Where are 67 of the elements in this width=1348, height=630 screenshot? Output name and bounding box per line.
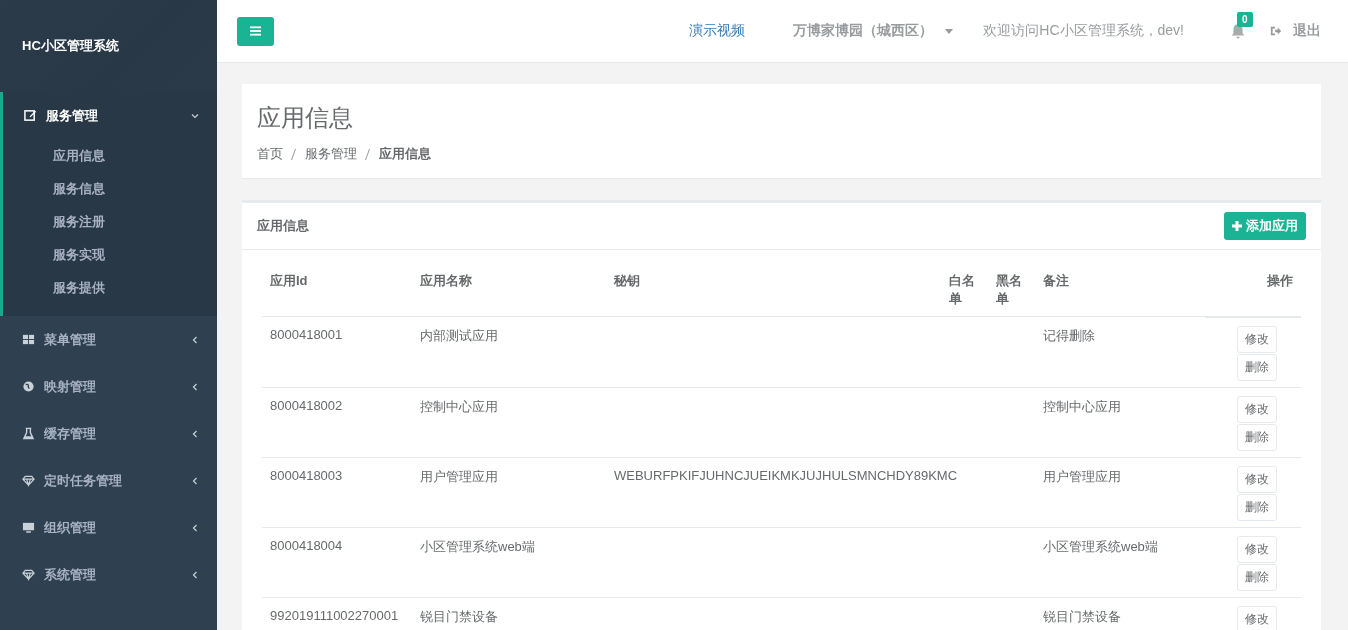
submenu-item[interactable]: 应用信息 — [3, 139, 217, 172]
table-cell: 锐目门禁设备 — [1043, 608, 1121, 624]
table-cell: 8000418001 — [270, 327, 343, 342]
table-cell: 8000418003 — [270, 467, 343, 483]
grid-icon — [22, 333, 35, 346]
menu-item[interactable]: 系统管理 — [0, 551, 217, 598]
delete-button[interactable]: 删除 — [1237, 494, 1277, 521]
table-cell: 992019111002270001 — [270, 607, 399, 623]
column-header: 操作 — [1267, 273, 1293, 288]
demo-video-link[interactable]: 演示视频 — [689, 22, 746, 40]
menu-item[interactable]: 组织管理 — [0, 504, 217, 551]
table-cell: 小区管理系统web端 — [1043, 538, 1158, 554]
logout-button[interactable]: 退出 — [1270, 22, 1321, 40]
submenu-item[interactable]: 服务信息 — [3, 172, 217, 205]
table-cell: 8000418002 — [270, 397, 343, 413]
delete-button[interactable]: 删除 — [1237, 354, 1277, 381]
table-cell: 记得删除 — [1043, 328, 1095, 343]
column-header: 应用Id — [270, 273, 308, 288]
table-cell: WEBURFPKIFJUHNCJUEIKMKJUJHULSMNCHDY89KMC — [614, 467, 958, 483]
edit-button[interactable]: 修改 — [1237, 466, 1277, 493]
breadcrumb-current: 应用信息 — [379, 145, 431, 163]
column-header: 备注 — [1043, 273, 1069, 288]
delete-button[interactable]: 删除 — [1237, 564, 1277, 591]
column-header: 秘钥 — [614, 273, 640, 288]
menu-item[interactable]: 缓存管理 — [0, 410, 217, 457]
edit-icon — [24, 109, 37, 122]
table-cell: 小区管理系统web端 — [420, 538, 535, 554]
menu-item[interactable]: 映射管理 — [0, 363, 217, 410]
breadcrumb-link[interactable]: 服务管理 — [305, 145, 357, 163]
plus-icon — [1232, 221, 1242, 231]
submenu-item[interactable]: 服务提供 — [3, 271, 217, 304]
column-header: 应用名称 — [420, 273, 472, 288]
table-cell: 控制中心应用 — [420, 398, 498, 414]
page-title: 应用信息 — [257, 103, 354, 133]
table-cell: 用户管理应用 — [420, 468, 498, 484]
sign-out-icon — [1270, 25, 1282, 37]
menu-item[interactable]: 菜单管理 — [0, 316, 217, 363]
menu-toggle-button[interactable] — [237, 16, 274, 46]
table-cell: 控制中心应用 — [1043, 398, 1121, 414]
welcome-text: 欢迎访问HC小区管理系统，dev! — [983, 22, 1184, 40]
edit-button[interactable]: 修改 — [1237, 536, 1277, 563]
edit-button[interactable]: 修改 — [1237, 606, 1277, 630]
table-cell: 内部测试应用 — [420, 328, 498, 343]
diamond-icon — [22, 568, 35, 581]
submenu-item[interactable]: 服务实现 — [3, 238, 217, 271]
diamond-icon — [22, 474, 35, 487]
table-cell: 8000418004 — [270, 537, 343, 553]
delete-button[interactable]: 删除 — [1237, 424, 1277, 451]
menu-icon — [250, 26, 261, 36]
menu-item[interactable]: 定时任务管理 — [0, 457, 217, 504]
panel-title: 应用信息 — [257, 217, 309, 235]
monitor-icon — [22, 521, 35, 534]
flask-icon — [22, 427, 35, 440]
column-header: 黑名单 — [996, 273, 1022, 306]
column-header: 白名单 — [949, 273, 975, 306]
globe-icon — [22, 380, 35, 393]
edit-button[interactable]: 修改 — [1237, 396, 1277, 423]
breadcrumb-link[interactable]: 首页 — [257, 145, 283, 163]
menu-item[interactable]: 服务管理 — [3, 92, 217, 139]
table-cell: 锐目门禁设备 — [420, 608, 498, 624]
submenu-item[interactable]: 服务注册 — [3, 205, 217, 238]
edit-button[interactable]: 修改 — [1237, 326, 1277, 353]
app-title: HC小区管理系统 — [22, 37, 119, 55]
table-cell: 用户管理应用 — [1043, 468, 1121, 484]
caret-icon — [945, 28, 954, 34]
bell-icon[interactable] — [1230, 23, 1246, 39]
notification-count-badge: 0 — [1237, 12, 1253, 27]
